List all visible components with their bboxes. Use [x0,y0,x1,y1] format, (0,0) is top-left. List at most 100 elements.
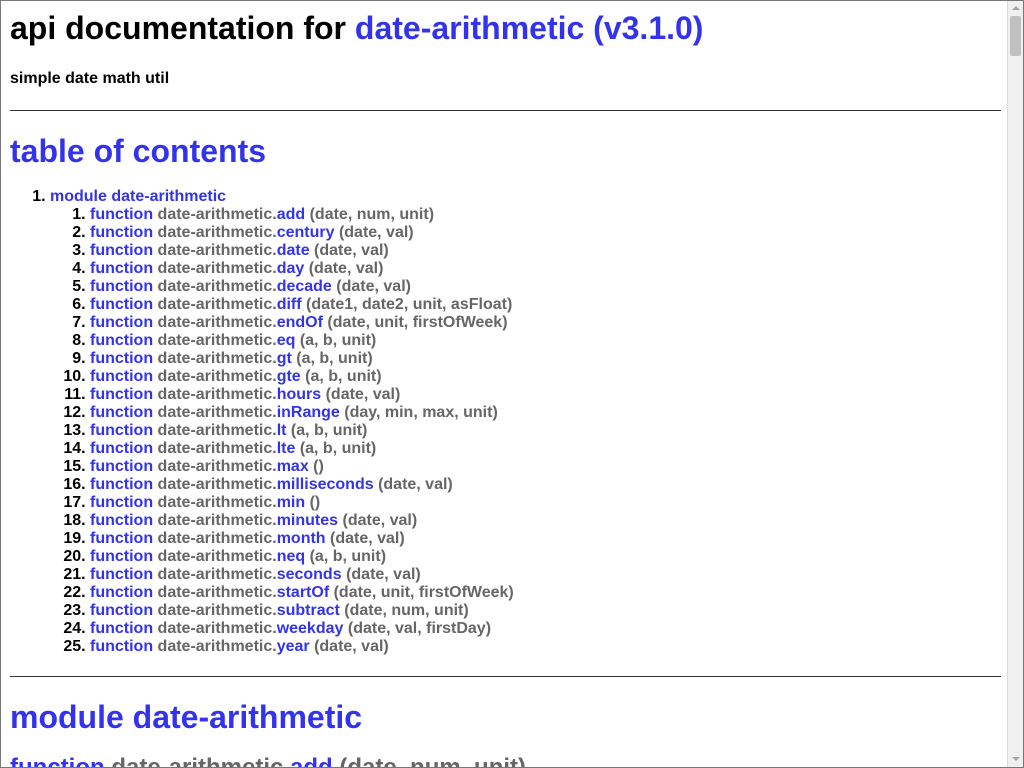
function-name-link[interactable]: year [277,638,310,655]
function-name-link[interactable]: day [277,260,305,277]
function-keyword[interactable]: function [90,422,153,439]
scroll-down-arrow-icon[interactable] [1008,752,1023,767]
function-keyword[interactable]: function [10,754,105,767]
function-args: (date, unit, firstOfWeek) [333,584,514,601]
function-namespace: date-arithmetic. [111,754,291,768]
title-prefix: api documentation for [10,10,355,46]
vertical-scrollbar[interactable] [1007,1,1023,767]
function-name-link[interactable]: minutes [277,512,338,529]
function-name-link[interactable]: endOf [277,314,323,331]
function-keyword[interactable]: function [90,224,153,241]
package-link[interactable]: date-arithmetic (v3.1.0) [355,10,704,46]
function-args: (a, b, unit) [305,368,382,385]
function-name-link[interactable]: max [277,458,309,475]
function-name-link[interactable]: weekday [277,620,344,637]
function-name-link[interactable]: lt [277,422,287,439]
function-keyword[interactable]: function [90,566,153,583]
function-args: (a, b, unit) [296,350,373,367]
function-name-link[interactable]: neq [277,548,305,565]
scroll-up-arrow-icon[interactable] [1008,1,1023,16]
function-name-link[interactable]: milliseconds [277,476,374,493]
toc-function-item: function date-arithmetic.lte (a, b, unit… [90,440,1001,458]
function-namespace: date-arithmetic. [157,278,277,295]
function-args: (date, val) [378,476,453,493]
scrollbar-thumb[interactable] [1010,16,1021,56]
function-name-link[interactable]: decade [277,278,332,295]
toc-function-item: function date-arithmetic.hours (date, va… [90,386,1001,404]
function-keyword[interactable]: function [90,242,153,259]
toc-function-item: function date-arithmetic.endOf (date, un… [90,314,1001,332]
function-keyword[interactable]: function [90,548,153,565]
function-keyword[interactable]: function [90,512,153,529]
doc-content: api documentation for date-arithmetic (v… [10,1,1001,768]
function-name-link[interactable]: seconds [277,566,342,583]
function-name-link[interactable]: startOf [277,584,329,601]
function-namespace: date-arithmetic. [157,638,277,655]
function-namespace: date-arithmetic. [157,314,277,331]
toc-function-item: function date-arithmetic.lt (a, b, unit) [90,422,1001,440]
function-args: (date, unit, firstOfWeek) [327,314,508,331]
function-keyword[interactable]: function [90,530,153,547]
function-keyword[interactable]: function [90,620,153,637]
function-namespace: date-arithmetic. [157,350,277,367]
function-args: (a, b, unit) [299,332,377,349]
toc-function-item: function date-arithmetic.month (date, va… [90,530,1001,548]
function-keyword[interactable]: function [90,404,153,421]
function-args: (date, val) [330,530,405,547]
function-namespace: date-arithmetic. [157,296,277,313]
package-description: simple date math util [10,70,170,87]
function-keyword[interactable]: function [90,350,153,367]
function-keyword[interactable]: function [90,368,153,385]
browser-viewport: api documentation for date-arithmetic (v… [0,0,1024,768]
function-namespace: date-arithmetic. [157,206,277,223]
function-name-link[interactable]: hours [277,386,321,403]
function-name-link[interactable]: subtract [277,602,340,619]
function-args: (date, val) [314,242,389,259]
toc-function-item: function date-arithmetic.seconds (date, … [90,566,1001,584]
function-name-link[interactable]: century [277,224,335,241]
function-keyword[interactable]: function [90,476,153,493]
function-name-link[interactable]: eq [277,332,296,349]
function-namespace: date-arithmetic. [157,620,277,637]
function-keyword[interactable]: function [90,386,153,403]
function-keyword[interactable]: function [90,458,153,475]
function-keyword[interactable]: function [90,206,153,223]
function-args: (date, num, unit) [309,206,435,223]
function-name-link[interactable]: gte [277,368,301,385]
module-heading[interactable]: module date-arithmetic [10,699,1001,736]
toc-heading[interactable]: table of contents [10,133,1001,170]
function-name-link[interactable]: month [277,530,326,547]
function-name-link[interactable]: diff [277,296,302,313]
function-keyword[interactable]: function [90,278,153,295]
function-name-link[interactable]: inRange [277,404,340,421]
page-title: api documentation for date-arithmetic (v… [10,10,1001,47]
toc-function-item: function date-arithmetic.min () [90,494,1001,512]
toc-function-item: function date-arithmetic.minutes (date, … [90,512,1001,530]
function-keyword[interactable]: function [90,314,153,331]
function-name-link[interactable]: add [277,206,305,223]
function-namespace: date-arithmetic. [157,224,277,241]
toc-module-link[interactable]: module date-arithmetic [50,188,226,205]
function-namespace: date-arithmetic. [157,494,277,511]
function-keyword[interactable]: function [90,602,153,619]
function-name-link[interactable]: gt [277,350,292,367]
toc-module-item: module date-arithmetic function date-ari… [50,188,1001,656]
toc-function-item: function date-arithmetic.century (date, … [90,224,1001,242]
function-name-link[interactable]: add [290,754,333,767]
function-name-link[interactable]: min [277,494,305,511]
toc-function-item: function date-arithmetic.year (date, val… [90,638,1001,656]
function-keyword[interactable]: function [90,296,153,313]
function-keyword[interactable]: function [90,638,153,655]
function-args: (date, num, unit) [339,754,527,768]
function-namespace: date-arithmetic. [157,602,277,619]
function-keyword[interactable]: function [90,494,153,511]
function-namespace: date-arithmetic. [157,332,277,349]
function-name-link[interactable]: date [277,242,310,259]
function-keyword[interactable]: function [90,440,153,457]
function-args: () [309,494,321,511]
function-keyword[interactable]: function [90,260,153,277]
function-name-link[interactable]: lte [277,440,296,457]
function-namespace: date-arithmetic. [157,386,277,403]
function-keyword[interactable]: function [90,584,153,601]
function-keyword[interactable]: function [90,332,153,349]
